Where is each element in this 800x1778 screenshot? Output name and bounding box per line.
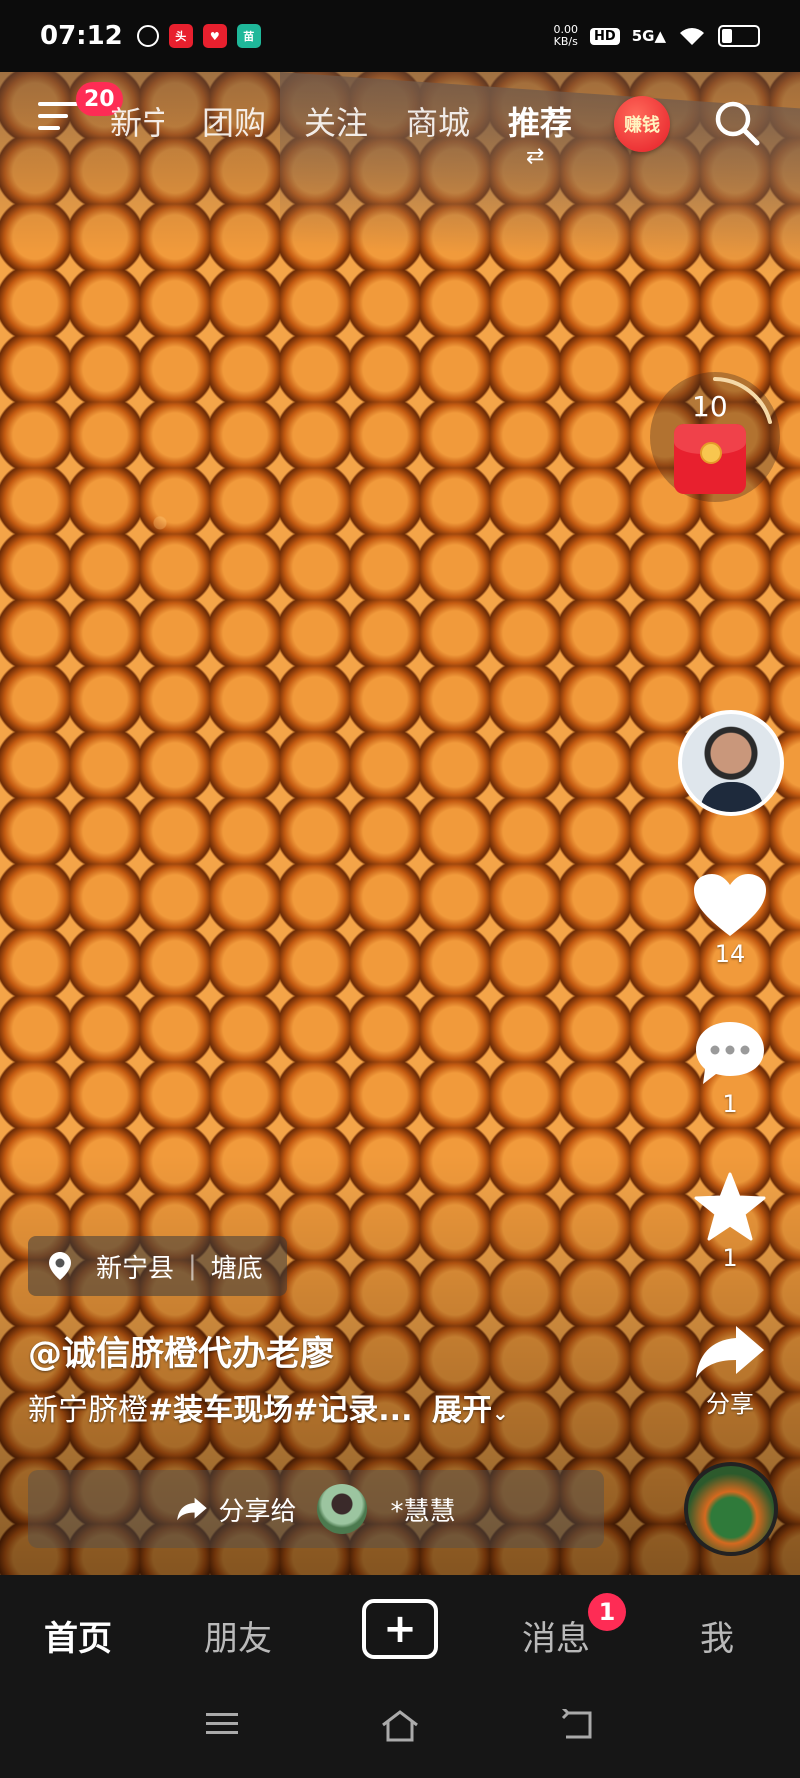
tab-mall[interactable]: 商城 [406, 98, 470, 144]
recent-apps-icon[interactable] [204, 1709, 240, 1739]
video-description: 新宁脐橙#装车现场#记录... 展开⌄ [28, 1385, 509, 1429]
author-avatar[interactable] [678, 710, 784, 816]
tab-recommended[interactable]: 推荐 [508, 98, 572, 144]
like-count: 14 [714, 940, 746, 968]
favorite-button[interactable]: 1 [680, 1172, 780, 1272]
favorite-count: 1 [722, 1244, 738, 1272]
top-tabs: 新宁 团购 关注 商城 推荐 [110, 98, 572, 144]
status-time: 07:12 [40, 21, 123, 51]
tab-home[interactable]: 首页 [44, 1611, 112, 1660]
toutiao-icon: 头 [168, 24, 193, 48]
hd-badge: HD [590, 27, 620, 45]
menu-button[interactable] [38, 102, 78, 138]
author-name[interactable]: @诚信脐橙代办老廖 [28, 1326, 334, 1375]
music-disc[interactable] [684, 1462, 778, 1556]
tab-group-buy[interactable]: 团购 [202, 98, 266, 144]
comment-button[interactable]: 1 [680, 1018, 780, 1118]
star-icon [694, 1172, 766, 1241]
system-nav-bar [0, 1685, 800, 1778]
expand-button[interactable]: 展开⌄ [432, 1393, 509, 1428]
wifi-icon [680, 28, 704, 45]
friend-avatar [316, 1484, 367, 1534]
app-icon-3: ♥ [202, 24, 227, 48]
app-icon-1 [136, 25, 159, 47]
hashtag[interactable]: #装车现场 [148, 1393, 293, 1428]
back-icon[interactable] [560, 1709, 596, 1741]
heart-icon [694, 874, 766, 936]
share-arrow-icon [177, 1497, 208, 1521]
share-to-friend-bar[interactable]: 分享给 *慧慧 [28, 1470, 604, 1548]
red-envelope-icon [674, 424, 746, 494]
red-packet-timer[interactable]: 10 [650, 372, 780, 502]
messages-badge: 1 [588, 1593, 626, 1631]
top-nav: 20 新宁 团购 关注 商城 推荐 ⇄ 赚钱 [0, 82, 800, 169]
location-pin-icon [49, 1252, 71, 1280]
tab-friends[interactable]: 朋友 [204, 1611, 272, 1660]
hashtag[interactable]: #记录... [293, 1393, 412, 1428]
tab-following[interactable]: 关注 [304, 98, 368, 144]
battery-icon [718, 25, 760, 47]
net-speed: 0.00 KB/s [553, 23, 579, 48]
create-button[interactable]: + [362, 1599, 438, 1659]
app-icon-4: 苗 [236, 24, 261, 48]
comment-count: 1 [722, 1090, 738, 1118]
location-place: 塘底 [210, 1253, 263, 1284]
like-button[interactable]: 14 [680, 872, 780, 968]
description-text: 新宁脐橙 [28, 1393, 148, 1428]
switch-icon[interactable]: ⇄ [526, 144, 544, 169]
signal-5g-icon: 5G▲ [631, 27, 666, 45]
search-icon[interactable] [712, 98, 762, 148]
share-label: 分享 [706, 1390, 754, 1418]
bottom-tab-bar: 首页 朋友 + 消息 1 我 [0, 1575, 800, 1685]
earn-money-button[interactable]: 赚钱 [614, 96, 670, 152]
tab-me[interactable]: 我 [700, 1611, 734, 1660]
plus-icon: + [383, 1606, 417, 1652]
share-arrow-icon [696, 1326, 764, 1378]
location-tag[interactable]: 新宁县 | 塘底 [28, 1236, 287, 1296]
notification-icons: 头 ♥ 苗 [136, 24, 261, 48]
status-bar: 07:12 头 ♥ 苗 0.00 KB/s HD 5G▲ [0, 0, 800, 72]
tab-local[interactable]: 新宁 [110, 98, 164, 144]
chevron-down-icon: ⌄ [492, 1401, 509, 1425]
share-button[interactable]: 分享 [680, 1322, 780, 1419]
friend-name: *慧慧 [390, 1496, 456, 1527]
red-packet-count: 10 [692, 390, 728, 423]
location-county: 新宁县 [96, 1253, 175, 1284]
comment-icon [696, 1022, 764, 1084]
home-icon[interactable] [380, 1709, 420, 1743]
share-to-label: 分享给 [218, 1496, 297, 1527]
tab-messages[interactable]: 消息 [522, 1611, 590, 1660]
